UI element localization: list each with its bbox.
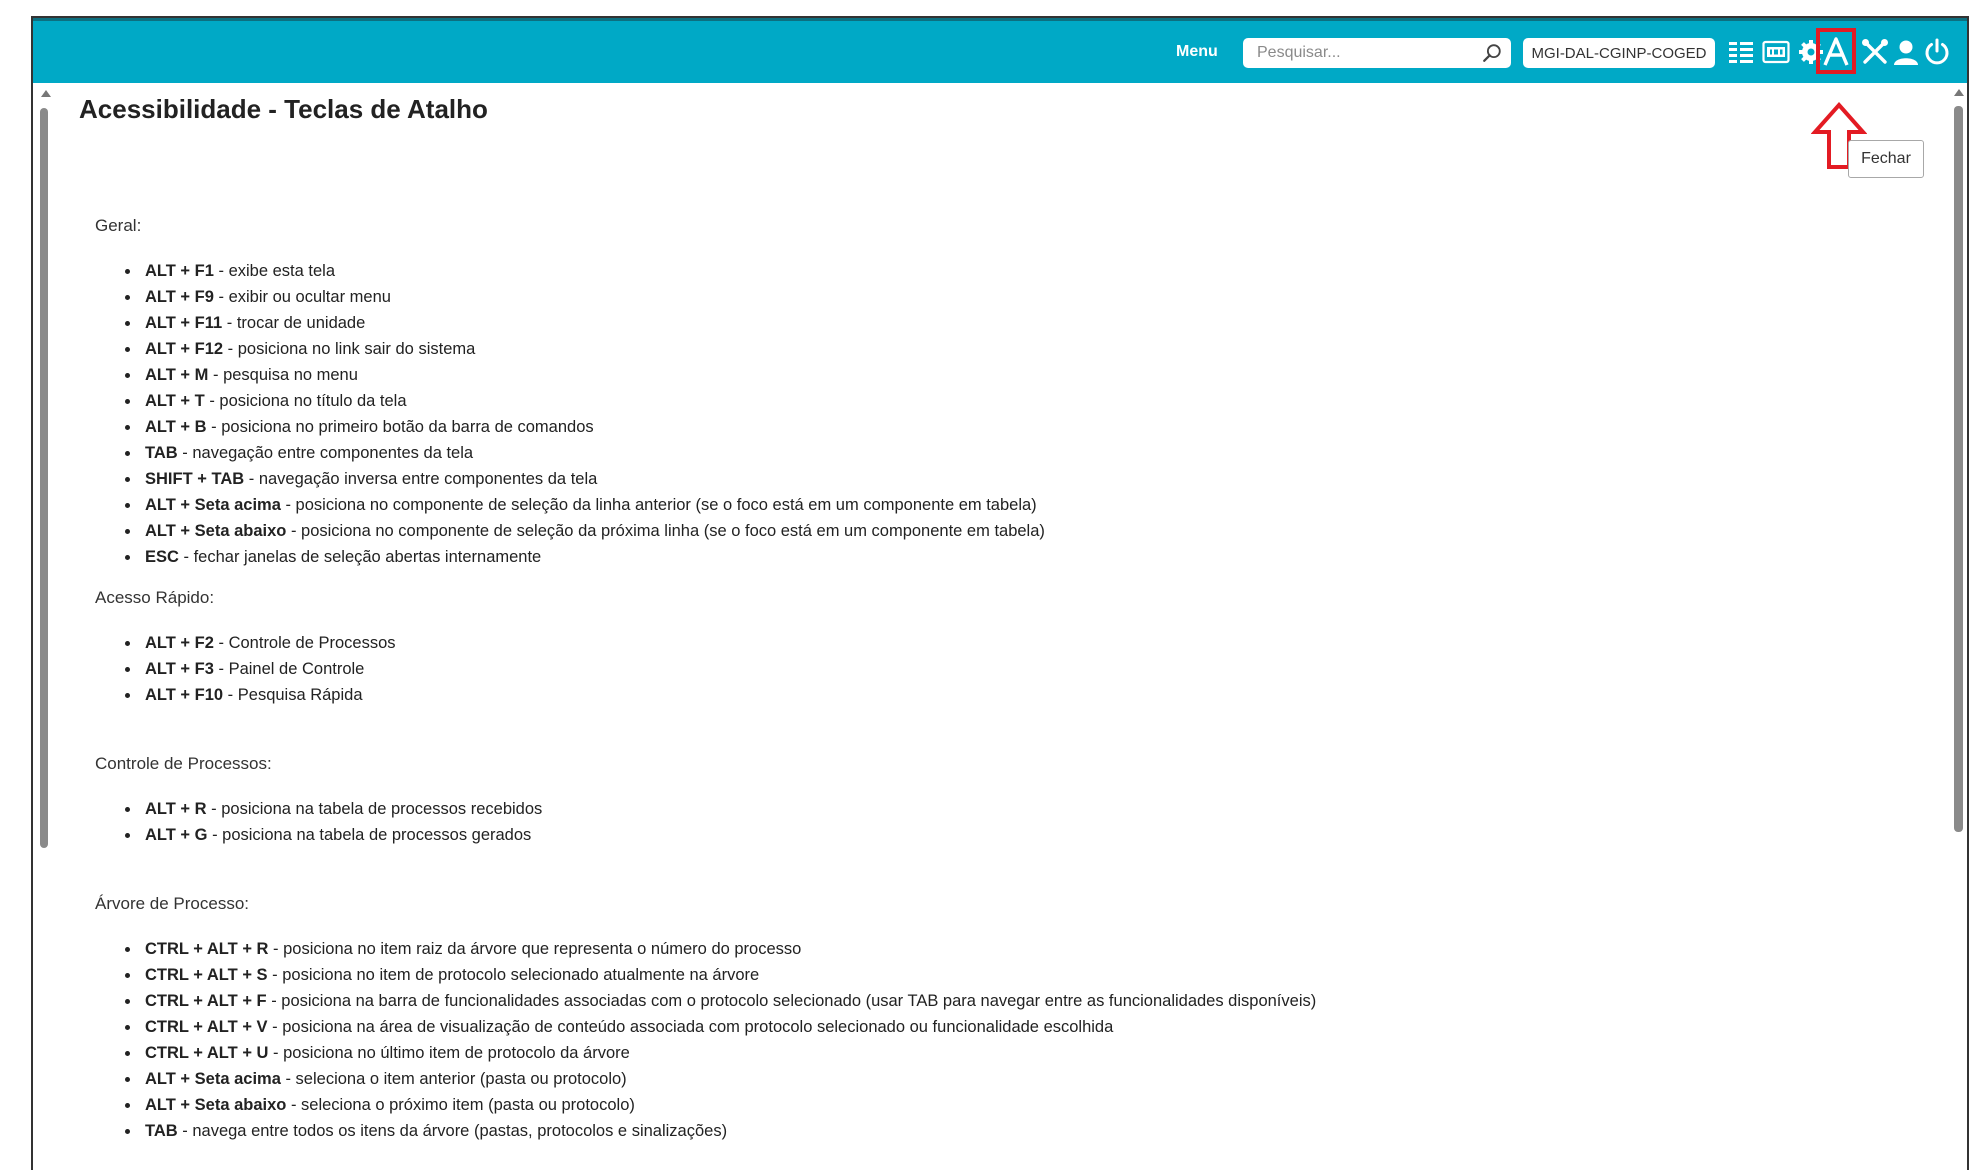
shortcut-list: ALT + F1 - exibe esta tela ALT + F9 - ex…: [95, 258, 1795, 570]
scroll-up-arrow-icon[interactable]: [41, 90, 51, 97]
list-item: ESC - fechar janelas de seleção abertas …: [95, 544, 1795, 570]
section-title: Acesso Rápido:: [95, 588, 215, 607]
section-controle-processos: Controle de Processos: ALT + R - posicio…: [95, 752, 1795, 892]
list-item: ALT + F2 - Controle de Processos: [95, 630, 1795, 656]
close-button[interactable]: Fechar: [1848, 140, 1924, 178]
list-item: ALT + F10 - Pesquisa Rápida: [95, 682, 1795, 708]
section-acesso-rapido: Acesso Rápido: ALT + F2 - Controle de Pr…: [95, 586, 1795, 752]
left-scrollbar[interactable]: [38, 88, 51, 1168]
list-item: SHIFT + TAB - navegação inversa entre co…: [95, 466, 1795, 492]
shortcut-list: ALT + R - posiciona na tabela de process…: [95, 796, 1795, 848]
user-icon[interactable]: [1890, 35, 1922, 69]
list-item: ALT + M - pesquisa no menu: [95, 362, 1795, 388]
list-item: ALT + Seta acima - seleciona o item ante…: [95, 1066, 1795, 1092]
list-item: ALT + F3 - Painel de Controle: [95, 656, 1795, 682]
list-item: ALT + F1 - exibe esta tela: [95, 258, 1795, 284]
list-item: CTRL + ALT + F - posiciona na barra de f…: [95, 988, 1795, 1014]
list-item: CTRL + ALT + S - posiciona no item de pr…: [95, 962, 1795, 988]
section-arvore-processo: Árvore de Processo: CTRL + ALT + R - pos…: [95, 892, 1795, 1144]
list-item: ALT + Seta abaixo - posiciona no compone…: [95, 518, 1795, 544]
shortcut-list: ALT + F2 - Controle de Processos ALT + F…: [95, 630, 1795, 708]
scrollbar-thumb[interactable]: [1954, 106, 1963, 832]
unit-label: MGI-DAL-CGINP-COGED: [1531, 44, 1707, 62]
list-item: ALT + F11 - trocar de unidade: [95, 310, 1795, 336]
search-field[interactable]: [1243, 38, 1511, 68]
list-item: CTRL + ALT + R - posiciona no item raiz …: [95, 936, 1795, 962]
app-window: Menu MGI-DAL-CGINP-COGED: [31, 16, 1969, 1170]
section-title: Árvore de Processo:: [95, 894, 250, 913]
list-item: ALT + F9 - exibir ou ocultar menu: [95, 284, 1795, 310]
page-title: Acessibilidade - Teclas de Atalho: [79, 94, 488, 124]
tools-icon[interactable]: [1859, 35, 1891, 69]
list-item: ALT + Seta acima - posiciona no componen…: [95, 492, 1795, 518]
list-item: ALT + B - posiciona no primeiro botão da…: [95, 414, 1795, 440]
power-icon[interactable]: [1921, 35, 1953, 69]
section-title: Controle de Processos:: [95, 754, 272, 773]
unit-selector[interactable]: MGI-DAL-CGINP-COGED: [1523, 38, 1715, 68]
highlight-box: [1816, 28, 1856, 74]
list-item: CTRL + ALT + V - posiciona na área de vi…: [95, 1014, 1795, 1040]
list-item: ALT + Seta abaixo - seleciona o próximo …: [95, 1092, 1795, 1118]
search-input[interactable]: [1255, 43, 1477, 63]
menu-link[interactable]: Menu: [1176, 43, 1218, 61]
list-item: TAB - navega entre todos os itens da árv…: [95, 1118, 1795, 1144]
list-item: TAB - navegação entre componentes da tel…: [95, 440, 1795, 466]
right-scrollbar[interactable]: [1951, 86, 1965, 1170]
list-item: ALT + T - posiciona no título da tela: [95, 388, 1795, 414]
search-icon[interactable]: [1481, 42, 1503, 64]
list-item: CTRL + ALT + U - posiciona no último ite…: [95, 1040, 1795, 1066]
section-geral: Geral: ALT + F1 - exibe esta tela ALT + …: [95, 214, 1795, 586]
top-toolbar: Menu MGI-DAL-CGINP-COGED: [33, 18, 1967, 83]
list-icon[interactable]: [1725, 35, 1757, 69]
numeric-keyboard-icon[interactable]: [1760, 35, 1792, 69]
scroll-up-arrow-icon[interactable]: [1954, 89, 1964, 96]
list-item: ALT + G - posiciona na tabela de process…: [95, 822, 1795, 848]
shortcut-content: Geral: ALT + F1 - exibe esta tela ALT + …: [95, 214, 1795, 1144]
list-item: ALT + F12 - posiciona no link sair do si…: [95, 336, 1795, 362]
shortcut-list: CTRL + ALT + R - posiciona no item raiz …: [95, 936, 1795, 1144]
list-item: ALT + R - posiciona na tabela de process…: [95, 796, 1795, 822]
scrollbar-thumb[interactable]: [40, 108, 48, 848]
section-title: Geral:: [95, 216, 142, 235]
